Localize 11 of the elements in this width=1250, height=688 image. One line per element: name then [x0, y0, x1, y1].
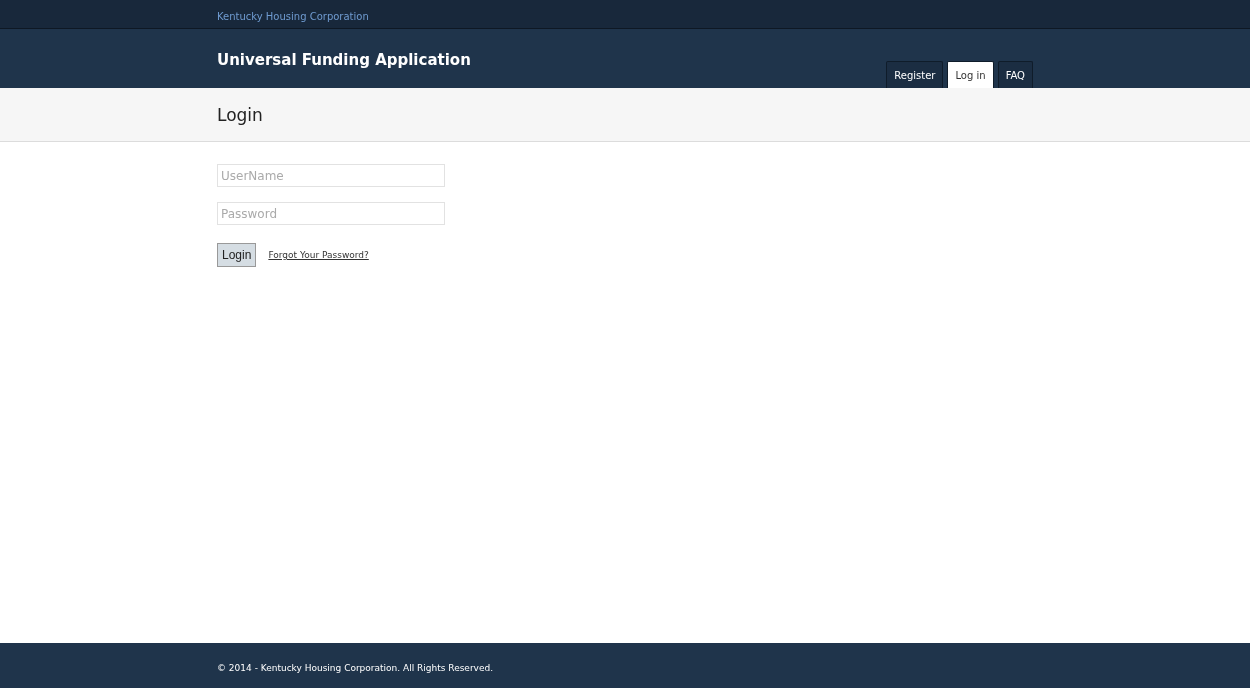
- nav-tab[interactable]: Register: [886, 61, 944, 88]
- forgot-password-link[interactable]: Forgot Your Password?: [268, 250, 369, 260]
- login-button[interactable]: Login: [217, 243, 257, 267]
- app-title: Universal Funding Application: [217, 51, 471, 71]
- nav-tab[interactable]: FAQ: [997, 61, 1033, 88]
- password-field[interactable]: Password: [217, 202, 445, 225]
- username-field[interactable]: UserName: [217, 164, 445, 187]
- page-heading: Login: [217, 104, 264, 125]
- nav-tab[interactable]: Log in: [947, 61, 994, 88]
- copyright-text: © 2014 - Kentucky Housing Corporation. All Rights Reserved.: [217, 663, 494, 673]
- organization-name: Kentucky Housing Corporation: [217, 10, 369, 22]
